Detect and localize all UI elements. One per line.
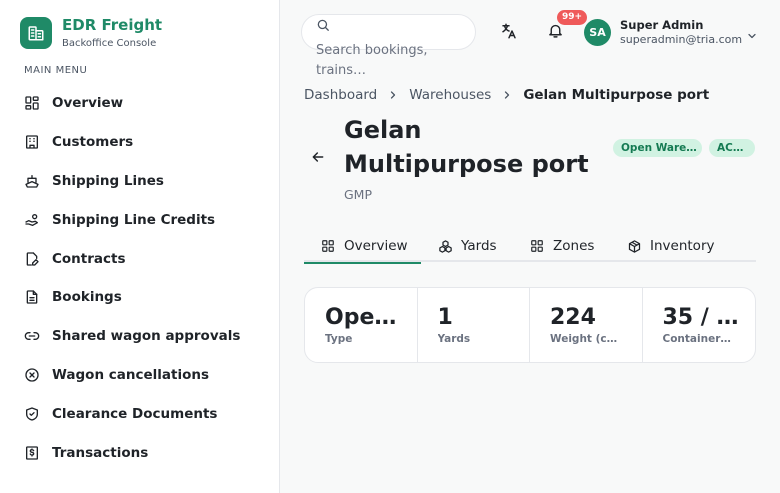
grid-icon [529, 238, 545, 254]
menu-section-title: MAIN MENU [24, 65, 88, 76]
sidebar-item-label: Shared wagon approvals [52, 328, 241, 345]
dollar-receipt-icon [24, 445, 40, 461]
arrow-left-icon [310, 149, 326, 169]
stat-weight: 224 Weight (c… [530, 288, 643, 362]
tab-overview[interactable]: Overview [304, 230, 421, 264]
search-icon [316, 17, 330, 36]
stat-value: 35 / … [662, 305, 739, 330]
sidebar-item-wagon-cancellations[interactable]: Wagon cancellations [24, 356, 264, 395]
sidebar-item-label: Customers [52, 134, 134, 151]
translate-button[interactable] [498, 22, 520, 44]
tab-label: Yards [461, 238, 497, 254]
sidebar-item-contracts[interactable]: Contracts [24, 239, 264, 278]
shield-check-icon [24, 406, 40, 422]
brand-subtitle: Backoffice Console [62, 38, 157, 49]
stat-label: Container… [662, 333, 731, 345]
building-icon [24, 134, 40, 150]
package-icon [626, 238, 642, 254]
boxes-icon [437, 238, 453, 254]
link-icon [24, 328, 40, 344]
sidebar-item-label: Contracts [52, 250, 126, 267]
sidebar-item-label: Bookings [52, 289, 122, 306]
sidebar: EDR Freight Backoffice Console MAIN MENU… [0, 0, 280, 493]
breadcrumb-dashboard[interactable]: Dashboard [304, 87, 377, 103]
circle-x-icon [24, 367, 40, 383]
status-badge: AC… [709, 139, 755, 157]
stat-type: Ope… Type [305, 288, 418, 362]
tab-yards[interactable]: Yards [437, 230, 497, 262]
translate-icon [500, 22, 518, 44]
hand-coins-icon [24, 212, 40, 228]
type-badge: Open Ware… [613, 139, 702, 157]
chevron-down-icon[interactable] [746, 27, 758, 46]
sidebar-item-shared-wagon-approvals[interactable]: Shared wagon approvals [24, 317, 264, 356]
stat-label: Weight (c… [550, 333, 618, 345]
dashboard-grid-icon [24, 95, 40, 111]
sidebar-item-overview[interactable]: Overview [24, 84, 264, 123]
search-bar[interactable]: Search bookings, trains… [301, 14, 476, 78]
chevron-right-icon [501, 89, 513, 101]
stat-label: Type [325, 333, 353, 345]
user-email: superadmin@tria.com [620, 33, 743, 46]
file-pen-icon [24, 251, 40, 267]
building-icon [20, 17, 52, 49]
sidebar-item-label: Overview [52, 95, 124, 112]
stats-card: Ope… Type 1 Yards 224 Weight (c… 35 / … … [304, 287, 756, 363]
tab-zones[interactable]: Zones [529, 230, 594, 262]
warehouse-code: GMP [344, 187, 373, 202]
bell-icon [547, 22, 564, 43]
chevron-right-icon [387, 89, 399, 101]
sidebar-item-shipping-line-credits[interactable]: Shipping Line Credits [24, 200, 264, 239]
avatar[interactable]: SA [584, 19, 611, 46]
sidebar-item-label: Wagon cancellations [52, 366, 210, 383]
breadcrumb-current: Gelan Multipurpose port [523, 87, 710, 103]
notification-count-badge: 99+ [557, 10, 588, 25]
search-input[interactable]: Search bookings, trains… [316, 41, 466, 81]
brand-name: EDR Freight [62, 16, 163, 34]
tab-label: Overview [344, 238, 408, 254]
user-name: Super Admin [620, 18, 704, 32]
breadcrumb: Dashboard Warehouses Gelan Multipurpose … [304, 87, 709, 103]
tab-bar: Overview Yards Zones Inventory [304, 230, 756, 264]
grid-icon [320, 238, 336, 254]
sidebar-item-clearance-documents[interactable]: Clearance Documents [24, 394, 264, 433]
sidebar-item-label: Shipping Lines [52, 172, 164, 189]
sidebar-item-bookings[interactable]: Bookings [24, 278, 264, 317]
tab-label: Inventory [650, 238, 715, 254]
file-text-icon [24, 289, 40, 305]
ship-icon [24, 173, 40, 189]
sidebar-item-label: Clearance Documents [52, 405, 218, 422]
stat-value: Ope… [325, 305, 397, 330]
stat-label: Yards [437, 333, 471, 345]
sidebar-item-label: Shipping Line Credits [52, 211, 216, 228]
tab-label: Zones [553, 238, 595, 254]
stat-yards: 1 Yards [418, 288, 530, 362]
sidebar-item-label: Transactions [52, 444, 149, 461]
sidebar-item-shipping-lines[interactable]: Shipping Lines [24, 162, 264, 201]
stat-value: 1 [437, 305, 453, 330]
page-title: Gelan Multipurpose port [344, 116, 589, 178]
tab-inventory[interactable]: Inventory [626, 230, 714, 262]
back-button[interactable] [309, 150, 327, 168]
sidebar-menu: Overview Customers Shipping Lines Shippi… [24, 84, 264, 472]
brand[interactable]: EDR Freight Backoffice Console [20, 16, 162, 50]
sidebar-item-transactions[interactable]: Transactions [24, 433, 264, 472]
breadcrumb-warehouses[interactable]: Warehouses [409, 87, 491, 103]
stat-containers: 35 / … Container… [643, 288, 756, 362]
stat-value: 224 [550, 305, 596, 330]
user-menu[interactable]: Super Admin superadmin@tria.com [620, 18, 742, 47]
sidebar-item-customers[interactable]: Customers [24, 123, 264, 162]
